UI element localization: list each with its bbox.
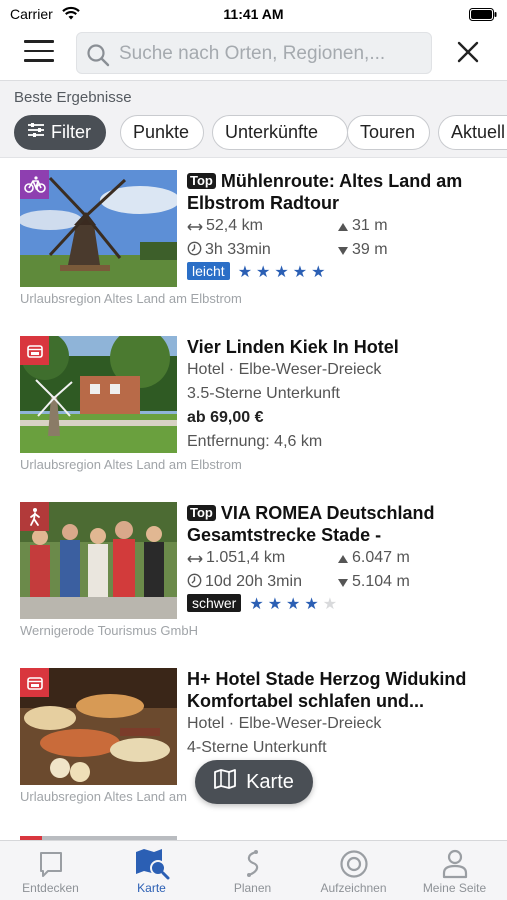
tour-stats: 1.051,4 km 6.047 m 10d 20h 3min 5.104 m (187, 546, 487, 594)
tab-planen[interactable]: Planen (202, 847, 303, 895)
list-item[interactable]: Top Mühlenroute: Altes Land am Elbstrom R… (0, 158, 507, 324)
close-icon[interactable] (456, 40, 480, 69)
search-icon (85, 42, 111, 73)
tab-label: Planen (233, 881, 272, 895)
top-bar (0, 28, 507, 80)
duration-stat: 3h 33min (187, 238, 271, 262)
search-field[interactable] (76, 32, 432, 74)
user-icon (404, 847, 505, 881)
item-title: H+ Hotel Stade Herzog Widukind Komfortab… (187, 669, 467, 711)
top-badge: Top (187, 173, 216, 189)
bed-icon (20, 336, 49, 365)
item-category: Hotel · Elbe-Weser-Dreieck (187, 361, 382, 378)
item-stars-text: 3.5-Sterne Unterkunft (187, 385, 340, 402)
tab-label: Entdecken (22, 881, 79, 895)
map-button-label: Karte (246, 770, 294, 793)
clock-icon (187, 241, 202, 256)
sliders-icon (27, 115, 45, 148)
map-search-icon (101, 847, 202, 881)
chip-aktuell[interactable]: Aktuell (438, 115, 507, 150)
results-title: Beste Ergebnisse (14, 89, 132, 106)
item-title: Top VIA ROMEA Deutschland Gesamtstrecke S… (187, 503, 435, 545)
difficulty-badge: schwer (187, 594, 242, 612)
search-input[interactable] (119, 41, 425, 67)
item-title: Top Mühlenroute: Altes Land am Elbstrom R… (187, 171, 463, 213)
hiker-icon (20, 502, 49, 531)
tab-aufzeichnen[interactable]: Aufzeichnen (303, 847, 404, 895)
hotel-thumbnail (20, 336, 177, 453)
tab-meine-seite[interactable]: Meine Seite (404, 847, 505, 895)
ascent-stat: 31 m (337, 214, 388, 238)
clock-icon (187, 573, 202, 588)
chip-label: Touren (360, 122, 416, 142)
item-source: Urlaubsregion Altes Land am Elbstrom (20, 457, 242, 472)
item-source: Urlaubsregion Altes Land am Elbstrom (20, 291, 242, 306)
item-source: Wernigerode Tourismus GmbH (20, 623, 198, 638)
item-distance: Entfernung: 4,6 km (187, 433, 323, 450)
distance-icon (187, 555, 203, 563)
descent-icon (338, 247, 348, 255)
hotel-thumbnail (20, 668, 177, 785)
status-bar: Carrier 11:41 AM (0, 0, 507, 28)
chip-label: Unterkünfte (225, 122, 319, 142)
battery-icon (469, 8, 497, 26)
chip-punkte[interactable]: Punkte (120, 115, 204, 150)
descent-stat: 39 m (337, 238, 388, 262)
chip-label: Filter (51, 122, 91, 142)
distance-stat: 1.051,4 km (187, 546, 285, 570)
tab-karte[interactable]: Karte (101, 847, 202, 895)
distance-stat: 52,4 km (187, 214, 263, 238)
tab-label: Aufzeichnen (320, 881, 387, 895)
list-item[interactable] (0, 822, 507, 840)
item-info: H+ Hotel Stade Herzog Widukind Komfortab… (187, 668, 487, 760)
item-info: Top Mühlenroute: Altes Land am Elbstrom R… (187, 170, 487, 284)
list-item[interactable]: Top VIA ROMEA Deutschland Gesamtstrecke S… (0, 490, 507, 656)
clock: 11:41 AM (223, 6, 284, 22)
tab-bar: Entdecken Karte Planen Aufzeichnen Meine… (0, 840, 507, 900)
tour-thumbnail (20, 170, 177, 287)
chip-label: Aktuell (451, 122, 506, 142)
duration-stat: 10d 20h 3min (187, 570, 302, 594)
distance-icon (187, 223, 203, 231)
ascent-stat: 6.047 m (337, 546, 410, 570)
item-category: Hotel · Elbe-Weser-Dreieck (187, 715, 382, 732)
item-source: Urlaubsregion Altes Land am (20, 789, 187, 804)
item-title: Vier Linden Kiek In Hotel (187, 337, 399, 357)
item-info: Vier Linden Kiek In Hotel Hotel · Elbe-W… (187, 336, 487, 454)
bike-icon (20, 170, 49, 199)
item-info: Top VIA ROMEA Deutschland Gesamtstrecke S… (187, 502, 487, 616)
tab-label: Meine Seite (422, 881, 487, 895)
list-item[interactable]: Vier Linden Kiek In Hotel Hotel · Elbe-W… (0, 324, 507, 490)
item-price: ab 69,00 € (187, 409, 264, 426)
difficulty-badge: leicht (187, 262, 230, 280)
tab-entdecken[interactable]: Entdecken (0, 847, 101, 895)
descent-stat: 5.104 m (337, 570, 410, 594)
rating-stars: ★★★★★ (237, 264, 330, 281)
ascent-icon (338, 555, 348, 563)
rating-stars: ★★★★★ (249, 596, 342, 613)
menu-icon[interactable] (24, 40, 54, 64)
top-badge: Top (187, 505, 216, 521)
chip-label: Punkte (133, 122, 190, 142)
results-header: Beste Ergebnisse Filter Punkte Unterkünf… (0, 80, 507, 158)
bed-icon (20, 668, 49, 697)
tour-thumbnail (20, 502, 177, 619)
tour-stats: 52,4 km 31 m 3h 33min 39 m (187, 214, 487, 262)
chip-touren[interactable]: Touren (347, 115, 430, 150)
chip-filter[interactable]: Filter (14, 115, 106, 150)
speech-bubble-icon (0, 847, 101, 881)
tab-label: Karte (137, 881, 166, 895)
descent-icon (338, 579, 348, 587)
record-icon (303, 847, 404, 881)
route-icon (202, 847, 303, 881)
ascent-icon (338, 223, 348, 231)
item-stars-text: 4-Sterne Unterkunft (187, 739, 327, 756)
map-button[interactable]: Karte (195, 760, 313, 804)
chip-unterkuenfte[interactable]: Unterkünfte (212, 115, 348, 150)
map-icon (214, 769, 236, 795)
